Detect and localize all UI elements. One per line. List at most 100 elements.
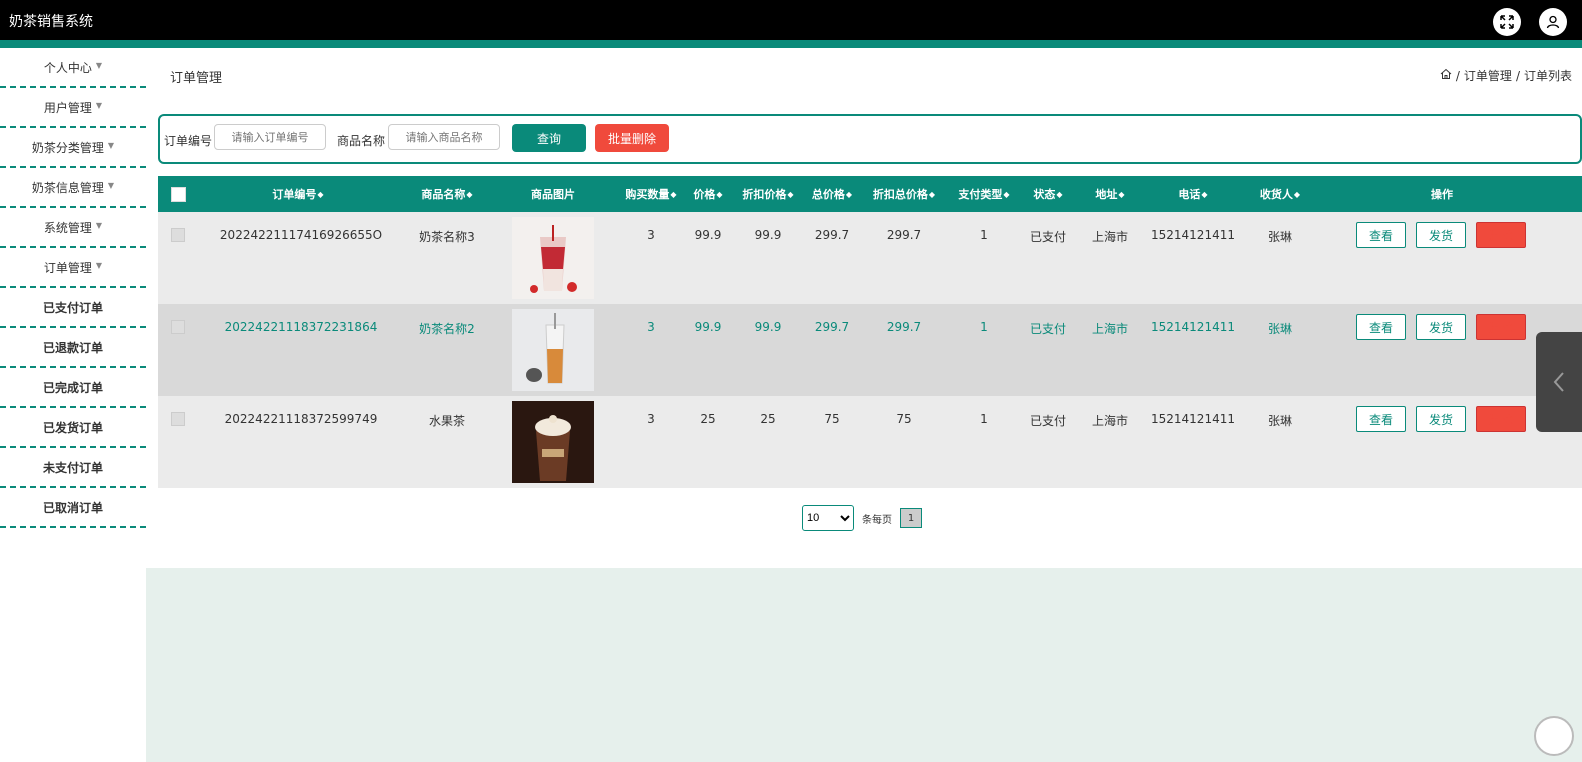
sidebar-subitem-unpaid[interactable]: 未支付订单 xyxy=(0,448,146,488)
order-no-cell: 20224221118372599749 xyxy=(224,412,378,426)
order-no-input[interactable] xyxy=(214,124,326,150)
user-icon[interactable] xyxy=(1539,8,1567,36)
sidebar-subitem-label: 未支付订单 xyxy=(42,460,103,475)
receiver-cell: 张琳 xyxy=(1267,414,1292,428)
order-no-label: 订单编号 xyxy=(164,134,213,148)
status-cell: 已支付 xyxy=(1029,414,1066,428)
column-header[interactable]: 购买数量 ◆ xyxy=(618,176,684,212)
discount-total-cell: 299.7 xyxy=(886,320,922,334)
sidebar-item-tea-info[interactable]: 奶茶信息管理 ▼ xyxy=(0,168,146,208)
column-header[interactable]: 收货人 ◆ xyxy=(1248,176,1312,212)
page-number-button[interactable]: 1 xyxy=(900,508,922,528)
product-image xyxy=(512,401,594,483)
address-cell: 上海市 xyxy=(1091,414,1128,428)
sort-icon: ◆ xyxy=(845,189,853,199)
sidebar-subitem-label: 已退款订单 xyxy=(42,340,103,355)
product-image xyxy=(512,309,594,391)
delete-button[interactable]: 删除 xyxy=(1476,222,1526,248)
sidebar-subitem-paid[interactable]: 已支付订单 xyxy=(0,288,146,328)
row-checkbox[interactable] xyxy=(171,228,185,242)
sort-icon: ◆ xyxy=(928,189,936,199)
side-panel-toggle[interactable] xyxy=(1536,332,1582,432)
discount-price-cell: 99.9 xyxy=(754,320,782,334)
delete-button[interactable]: 删除 xyxy=(1476,314,1526,340)
sidebar-item-profile[interactable]: 个人中心 ▼ xyxy=(0,48,146,88)
sidebar-subitem-refunded[interactable]: 已退款订单 xyxy=(0,328,146,368)
chevron-down-icon: ▼ xyxy=(95,60,103,70)
chevron-down-icon: ▼ xyxy=(95,260,103,270)
column-header[interactable]: 电话 ◆ xyxy=(1148,176,1238,212)
sidebar-subitem-shipped[interactable]: 已发货订单 xyxy=(0,408,146,448)
fullscreen-icon[interactable] xyxy=(1493,8,1521,36)
sidebar-subitem-label: 已取消订单 xyxy=(42,500,103,515)
ship-button[interactable]: 发货 xyxy=(1416,222,1466,248)
column-header[interactable]: 商品名称 ◆ xyxy=(388,176,506,212)
product-cell: 奶茶名称2 xyxy=(419,322,475,336)
select-all-checkbox[interactable] xyxy=(171,187,186,202)
table-header: 订单编号 ◆ 商品名称 ◆ 商品图片 购买数量 ◆ 价格 ◆ 折扣价格 ◆ 总价格 ◆ 折扣… xyxy=(158,176,1582,212)
loading-spinner-icon xyxy=(1534,716,1574,756)
pay-type-cell: 1 xyxy=(980,320,988,334)
order-no-cell: 20224221117416926655O xyxy=(219,228,383,242)
order-no-cell: 20224221118372231864 xyxy=(224,320,378,334)
total-cell: 75 xyxy=(824,412,840,426)
search-panel: 订单编号 商品名称 查询 批量删除 xyxy=(158,114,1582,164)
column-header[interactable]: 状态 ◆ xyxy=(1024,176,1072,212)
breadcrumb-item[interactable]: 订单管理 xyxy=(1464,67,1512,84)
sidebar-item-categories[interactable]: 奶茶分类管理 ▼ xyxy=(0,128,146,168)
phone-cell: 15214121411 xyxy=(1151,320,1235,334)
sidebar-subitem-completed[interactable]: 已完成订单 xyxy=(0,368,146,408)
discount-total-cell: 75 xyxy=(896,412,912,426)
row-checkbox[interactable] xyxy=(171,320,185,334)
sidebar-subitem-cancelled[interactable]: 已取消订单 xyxy=(0,488,146,528)
breadcrumb-separator: / xyxy=(1515,68,1520,83)
sidebar-item-label: 个人中心 xyxy=(43,60,92,75)
product-name-input[interactable] xyxy=(388,124,500,150)
status-cell: 已支付 xyxy=(1029,230,1066,244)
status-cell: 已支付 xyxy=(1029,322,1066,336)
view-button[interactable]: 查看 xyxy=(1356,222,1406,248)
view-button[interactable]: 查看 xyxy=(1356,406,1406,432)
pay-type-cell: 1 xyxy=(980,412,988,426)
column-header[interactable]: 支付类型 ◆ xyxy=(952,176,1016,212)
ship-button[interactable]: 发货 xyxy=(1416,314,1466,340)
address-cell: 上海市 xyxy=(1091,230,1128,244)
page-size-select[interactable]: 10 xyxy=(802,505,854,531)
row-checkbox[interactable] xyxy=(171,412,185,426)
sidebar-item-orders[interactable]: 订单管理 ▼ xyxy=(0,248,146,288)
column-header: 商品图片 xyxy=(531,188,575,201)
batch-delete-button[interactable]: 批量删除 xyxy=(595,124,669,152)
column-header[interactable]: 地址 ◆ xyxy=(1084,176,1136,212)
query-button[interactable]: 查询 xyxy=(512,124,586,152)
chevron-down-icon: ▼ xyxy=(95,220,103,230)
sidebar: 个人中心 ▼ 用户管理 ▼ 奶茶分类管理 ▼ 奶茶信息管理 ▼ 系统管理 ▼ 订单管理 ▼ … xyxy=(0,48,146,528)
view-button[interactable]: 查看 xyxy=(1356,314,1406,340)
column-header[interactable]: 折扣总价格 ◆ xyxy=(866,176,942,212)
sidebar-subitem-label: 已完成订单 xyxy=(42,380,103,395)
sidebar-item-system[interactable]: 系统管理 ▼ xyxy=(0,208,146,248)
home-icon[interactable] xyxy=(1440,68,1452,83)
sidebar-item-label: 用户管理 xyxy=(43,100,92,115)
product-name-label: 商品名称 xyxy=(337,134,386,148)
sidebar-item-label: 奶茶信息管理 xyxy=(31,180,104,195)
sort-icon: ◆ xyxy=(1201,189,1208,199)
ship-button[interactable]: 发货 xyxy=(1416,406,1466,432)
sidebar-item-label: 订单管理 xyxy=(43,260,92,275)
phone-cell: 15214121411 xyxy=(1151,228,1235,242)
chevron-left-icon xyxy=(1553,372,1564,392)
column-header[interactable]: 折扣价格 ◆ xyxy=(736,176,800,212)
app-title: 奶茶销售系统 xyxy=(9,14,93,30)
sidebar-subitem-label: 已支付订单 xyxy=(42,300,103,315)
column-header[interactable]: 订单编号 ◆ xyxy=(218,176,378,212)
column-header[interactable]: 价格 ◆ xyxy=(688,176,728,212)
total-cell: 299.7 xyxy=(814,320,850,334)
chevron-down-icon: ▼ xyxy=(95,100,103,110)
column-header: 操作 xyxy=(1431,188,1453,201)
qty-cell: 3 xyxy=(647,412,655,426)
sidebar-item-users[interactable]: 用户管理 ▼ xyxy=(0,88,146,128)
delete-button[interactable]: 删除 xyxy=(1476,406,1526,432)
column-header[interactable]: 总价格 ◆ xyxy=(806,176,858,212)
sort-icon: ◆ xyxy=(787,189,794,199)
pagination: 10 条每页 1 xyxy=(802,505,922,531)
table-row: 20224221118372231864 奶茶名称2 3 99.9 99.9 2… xyxy=(158,304,1582,396)
